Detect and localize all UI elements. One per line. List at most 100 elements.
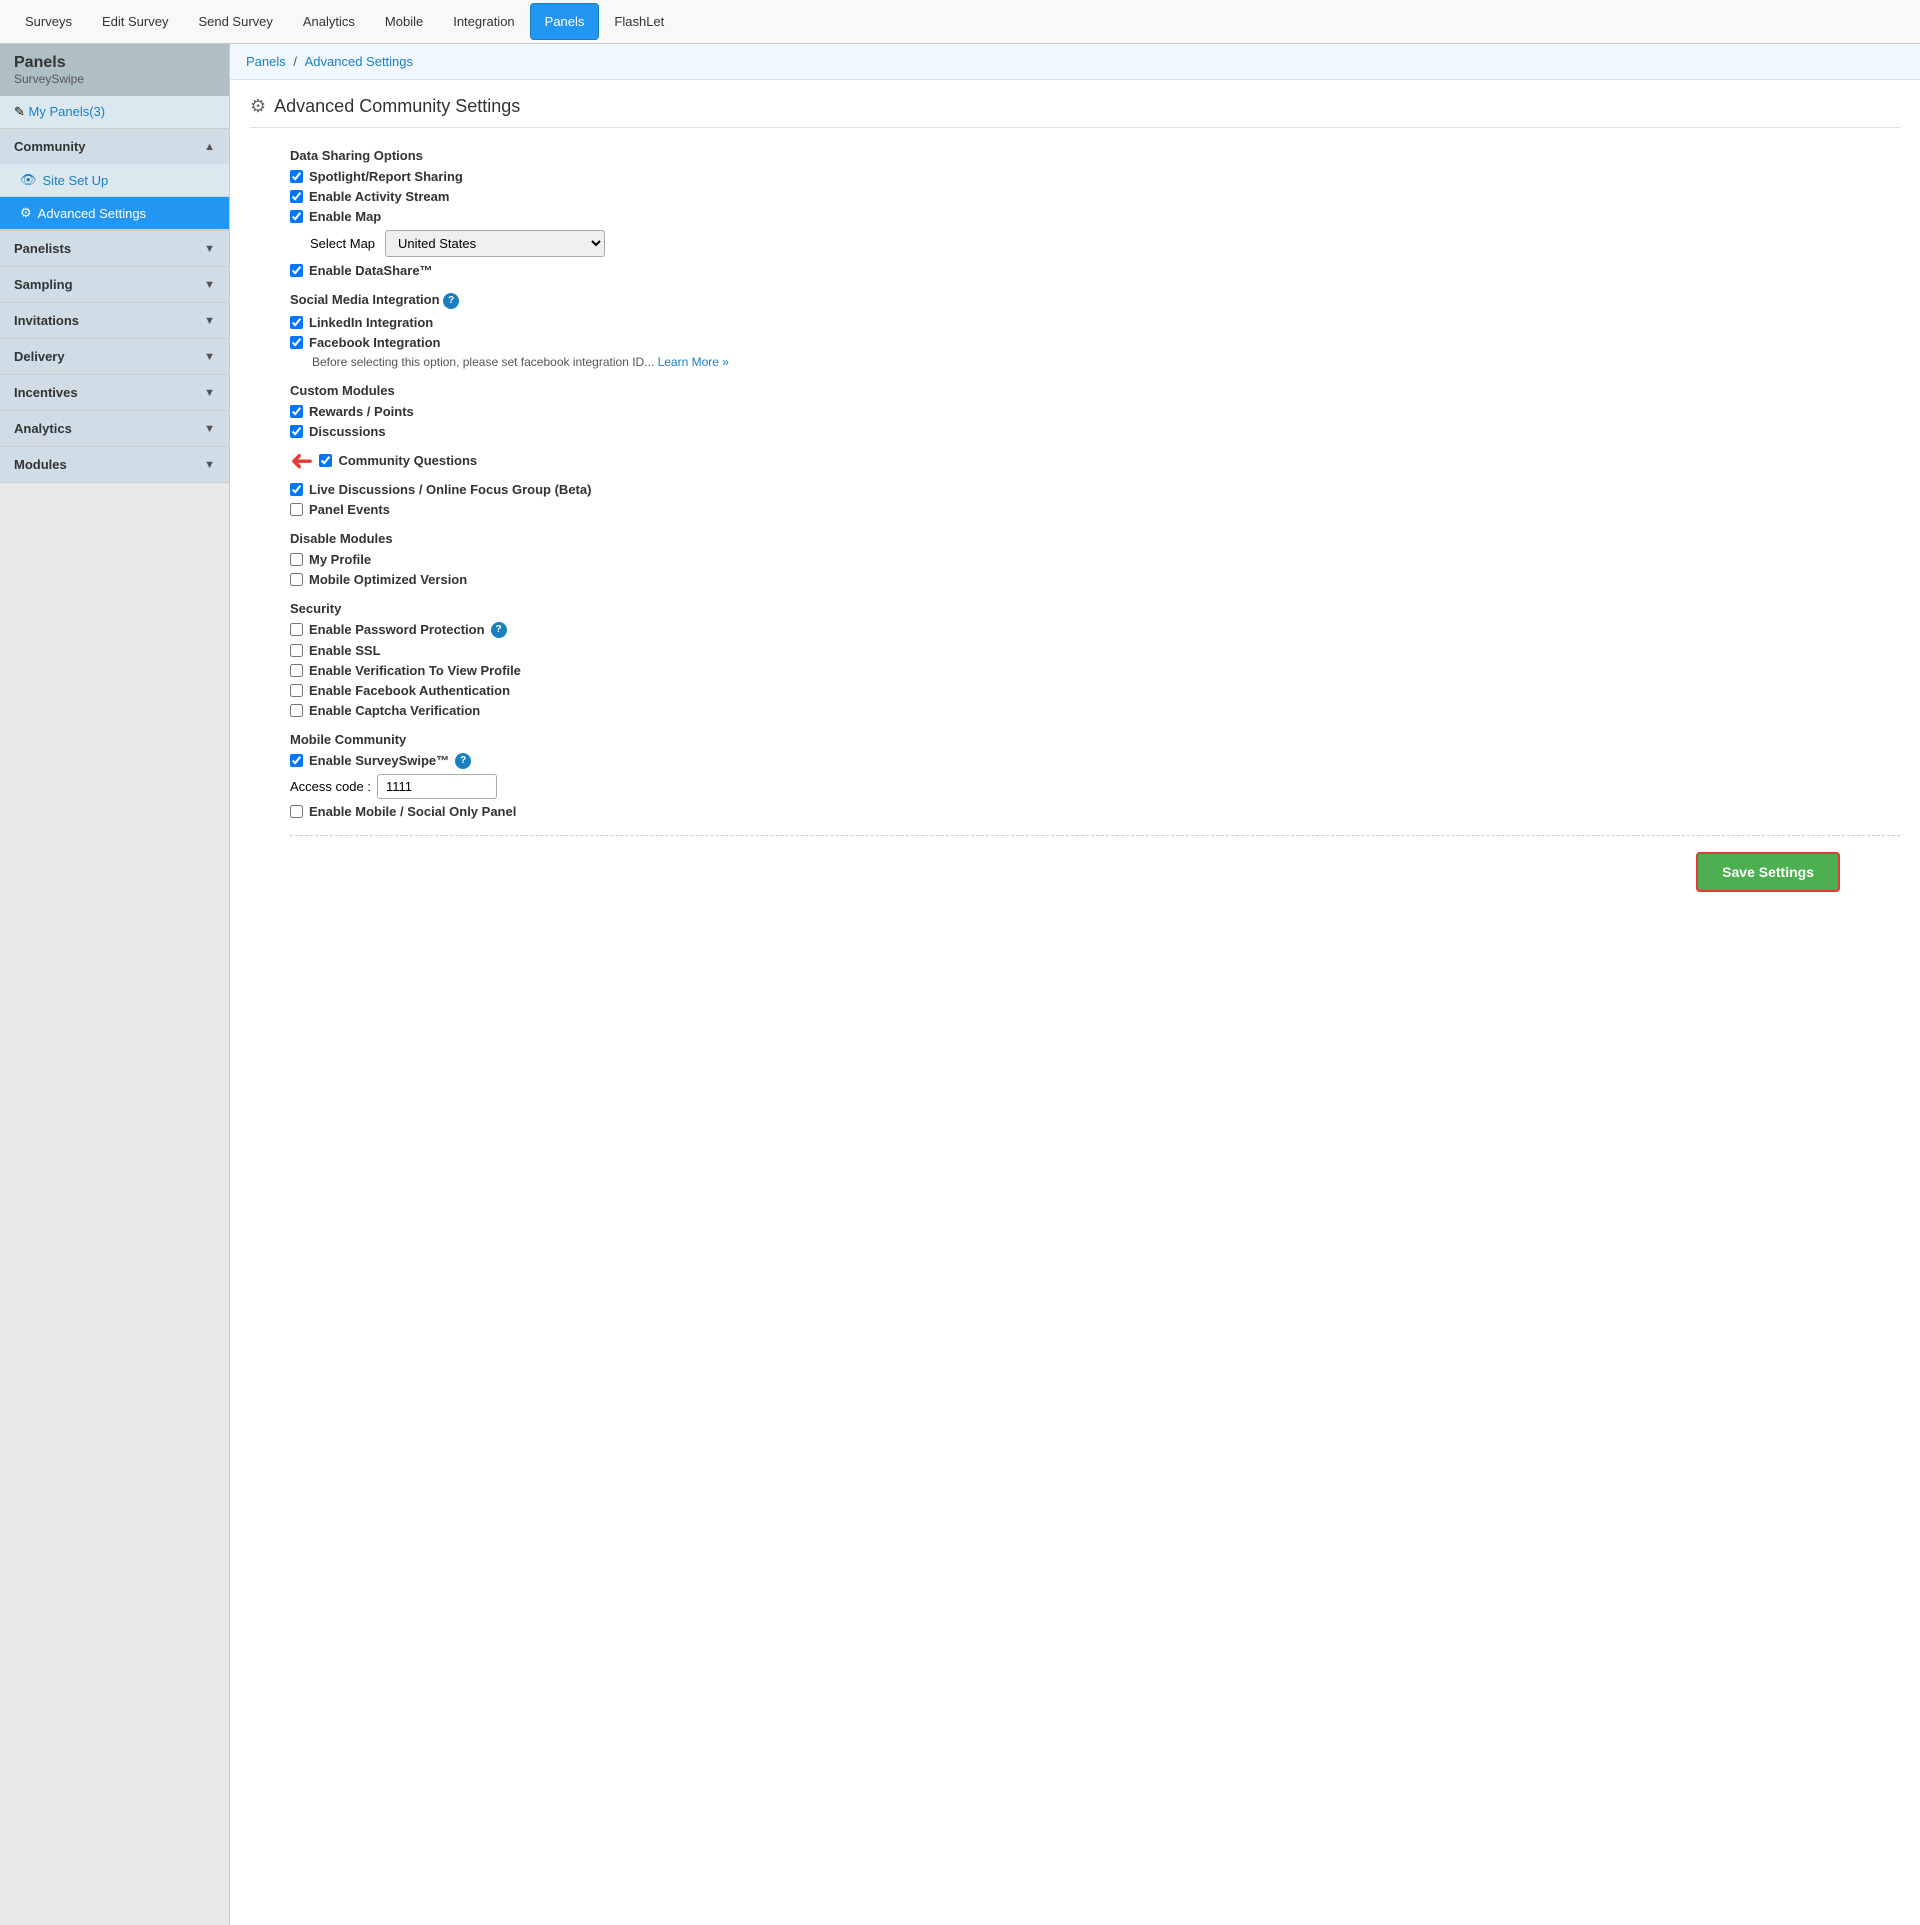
datashare-label[interactable]: Enable DataShare™ [309, 263, 433, 278]
select-map-dropdown[interactable]: United States World Europe Asia [385, 230, 605, 257]
breadcrumb-advanced-settings[interactable]: Advanced Settings [305, 54, 413, 69]
rewards-label[interactable]: Rewards / Points [309, 404, 414, 419]
mobile-optimized-label[interactable]: Mobile Optimized Version [309, 572, 467, 587]
page-title: ⚙ Advanced Community Settings [250, 96, 1900, 128]
community-questions-checkbox[interactable] [319, 454, 332, 467]
sidebar-section-incentives-header[interactable]: Incentives ▼ [0, 375, 229, 410]
data-sharing-section-label: Data Sharing Options [290, 148, 1900, 163]
access-code-input[interactable] [377, 774, 497, 799]
my-panels-link[interactable]: ✎ My Panels(3) [0, 96, 229, 129]
modules-arrow-icon: ▼ [204, 459, 215, 471]
linkedin-label[interactable]: LinkedIn Integration [309, 315, 433, 330]
nav-surveys[interactable]: Surveys [10, 3, 87, 40]
sidebar-section-sampling: Sampling ▼ [0, 267, 229, 303]
my-profile-label[interactable]: My Profile [309, 552, 371, 567]
incentives-arrow-icon: ▼ [204, 387, 215, 399]
facebook-row: Facebook Integration [290, 335, 1900, 350]
sidebar-item-site-set-up[interactable]: 👁 Site Set Up [0, 164, 229, 197]
enable-ssl-checkbox[interactable] [290, 644, 303, 657]
breadcrumb-panels[interactable]: Panels [246, 54, 286, 69]
sidebar-section-invitations-header[interactable]: Invitations ▼ [0, 303, 229, 338]
rewards-checkbox[interactable] [290, 405, 303, 418]
discussions-checkbox[interactable] [290, 425, 303, 438]
live-discussions-label[interactable]: Live Discussions / Online Focus Group (B… [309, 482, 591, 497]
panel-events-label[interactable]: Panel Events [309, 502, 390, 517]
enable-map-checkbox[interactable] [290, 210, 303, 223]
community-questions-label[interactable]: Community Questions [338, 453, 477, 468]
enable-map-row: Enable Map [290, 209, 1900, 224]
app-subname: SurveySwipe [14, 72, 215, 86]
save-area: Save Settings [290, 852, 1900, 892]
my-panels-label[interactable]: My Panels(3) [29, 104, 106, 119]
page-content: ⚙ Advanced Community Settings Data Shari… [230, 80, 1920, 908]
sidebar-section-delivery-header[interactable]: Delivery ▼ [0, 339, 229, 374]
nav-analytics[interactable]: Analytics [288, 3, 370, 40]
password-protection-label[interactable]: Enable Password Protection [309, 622, 485, 637]
nav-flashlet[interactable]: FlashLet [599, 3, 679, 40]
nav-integration[interactable]: Integration [438, 3, 529, 40]
password-protection-help-icon[interactable]: ? [491, 622, 507, 638]
captcha-checkbox[interactable] [290, 704, 303, 717]
save-settings-button[interactable]: Save Settings [1696, 852, 1840, 892]
facebook-checkbox[interactable] [290, 336, 303, 349]
activity-stream-label[interactable]: Enable Activity Stream [309, 189, 449, 204]
sidebar-section-sampling-header[interactable]: Sampling ▼ [0, 267, 229, 302]
datashare-checkbox[interactable] [290, 264, 303, 277]
access-code-label: Access code : [290, 779, 371, 794]
mobile-community-section-label: Mobile Community [290, 732, 1900, 747]
breadcrumb: Panels / Advanced Settings [230, 44, 1920, 80]
spotlight-label[interactable]: Spotlight/Report Sharing [309, 169, 463, 184]
nav-edit-survey[interactable]: Edit Survey [87, 3, 183, 40]
access-code-row: Access code : [290, 774, 1900, 799]
enable-verification-label[interactable]: Enable Verification To View Profile [309, 663, 521, 678]
social-media-help-icon[interactable]: ? [443, 293, 459, 309]
live-discussions-checkbox[interactable] [290, 483, 303, 496]
spotlight-checkbox[interactable] [290, 170, 303, 183]
sidebar-section-community-header[interactable]: Community ▲ [0, 129, 229, 164]
surveyswipe-label[interactable]: Enable SurveySwipe™ [309, 753, 449, 768]
page-title-text: Advanced Community Settings [274, 96, 520, 117]
mobile-optimized-row: Mobile Optimized Version [290, 572, 1900, 587]
mobile-optimized-checkbox[interactable] [290, 573, 303, 586]
enable-verification-checkbox[interactable] [290, 664, 303, 677]
surveyswipe-help-icon[interactable]: ? [455, 753, 471, 769]
surveyswipe-checkbox[interactable] [290, 754, 303, 767]
sidebar-header: Panels SurveySwipe [0, 44, 229, 96]
captcha-label[interactable]: Enable Captcha Verification [309, 703, 480, 718]
enable-ssl-label[interactable]: Enable SSL [309, 643, 381, 658]
sidebar-section-modules-header[interactable]: Modules ▼ [0, 447, 229, 482]
sidebar: Panels SurveySwipe ✎ My Panels(3) Commun… [0, 44, 230, 1925]
mobile-social-only-label[interactable]: Enable Mobile / Social Only Panel [309, 804, 516, 819]
learn-more-link[interactable]: Learn More » [658, 355, 729, 369]
my-profile-row: My Profile [290, 552, 1900, 567]
sidebar-section-community: Community ▲ 👁 Site Set Up ⚙ Advanced Set… [0, 129, 229, 231]
discussions-label[interactable]: Discussions [309, 424, 386, 439]
password-protection-checkbox[interactable] [290, 623, 303, 636]
my-profile-checkbox[interactable] [290, 553, 303, 566]
breadcrumb-separator: / [293, 54, 300, 69]
panelists-arrow-icon: ▼ [204, 243, 215, 255]
live-discussions-row: Live Discussions / Online Focus Group (B… [290, 482, 1900, 497]
activity-stream-row: Enable Activity Stream [290, 189, 1900, 204]
enable-map-label[interactable]: Enable Map [309, 209, 381, 224]
select-map-row: Select Map United States World Europe As… [310, 230, 1900, 257]
sidebar-section-analytics-header[interactable]: Analytics ▼ [0, 411, 229, 446]
sidebar-item-advanced-settings[interactable]: ⚙ Advanced Settings [0, 197, 229, 230]
mobile-social-only-checkbox[interactable] [290, 805, 303, 818]
nav-panels[interactable]: Panels [530, 3, 600, 40]
facebook-auth-label[interactable]: Enable Facebook Authentication [309, 683, 510, 698]
linkedin-checkbox[interactable] [290, 316, 303, 329]
nav-mobile[interactable]: Mobile [370, 3, 438, 40]
sampling-arrow-icon: ▼ [204, 279, 215, 291]
discussions-row: Discussions [290, 424, 1900, 439]
facebook-auth-checkbox[interactable] [290, 684, 303, 697]
invitations-label: Invitations [14, 313, 79, 328]
activity-stream-checkbox[interactable] [290, 190, 303, 203]
nav-send-survey[interactable]: Send Survey [183, 3, 287, 40]
panel-events-checkbox[interactable] [290, 503, 303, 516]
captcha-row: Enable Captcha Verification [290, 703, 1900, 718]
facebook-label[interactable]: Facebook Integration [309, 335, 440, 350]
select-map-label: Select Map [310, 236, 375, 251]
sidebar-section-modules: Modules ▼ [0, 447, 229, 483]
sidebar-section-panelists-header[interactable]: Panelists ▼ [0, 231, 229, 266]
